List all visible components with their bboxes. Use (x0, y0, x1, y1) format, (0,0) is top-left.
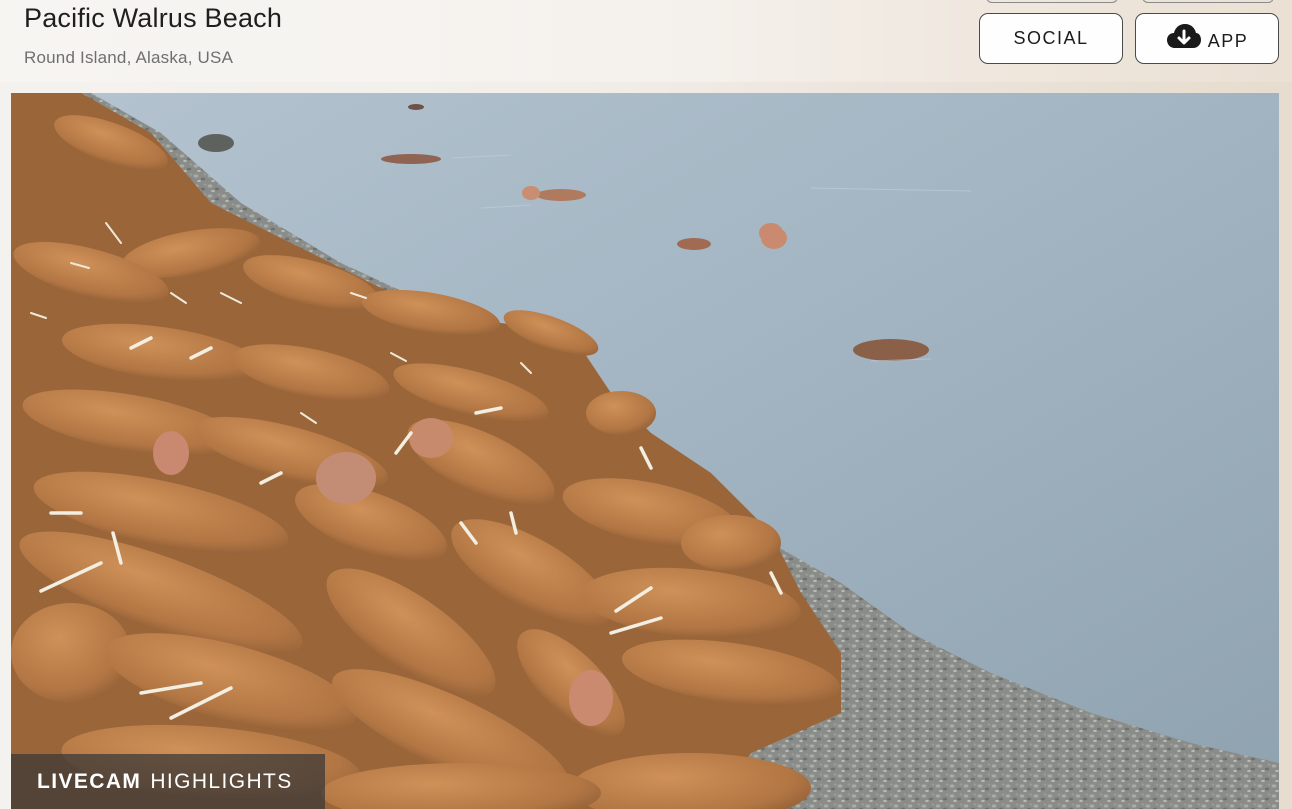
livecam-label: LIVECAM (37, 769, 142, 793)
hidden-tab-left (986, 0, 1118, 3)
cloud-download-icon (1166, 23, 1201, 48)
rock (198, 134, 234, 152)
livecam-video[interactable] (11, 93, 1279, 809)
app-button-label: APP (1207, 30, 1249, 51)
livecam-highlights-button[interactable]: LIVECAM HIGHLIGHTS (11, 754, 325, 809)
page-title: Pacific Walrus Beach (24, 3, 283, 33)
header-bar: Pacific Walrus Beach Round Island, Alask… (0, 0, 1292, 82)
hidden-tab-right (1142, 0, 1274, 3)
social-button[interactable]: SOCIAL (979, 13, 1123, 64)
app-button[interactable]: APP (1135, 13, 1279, 64)
social-button-label: SOCIAL (1013, 28, 1089, 48)
location-subtitle: Round Island, Alaska, USA (24, 48, 234, 67)
page: Pacific Walrus Beach Round Island, Alask… (0, 0, 1292, 809)
walrus-beach-scene (11, 93, 1279, 809)
highlights-label: HIGHLIGHTS (150, 769, 293, 793)
